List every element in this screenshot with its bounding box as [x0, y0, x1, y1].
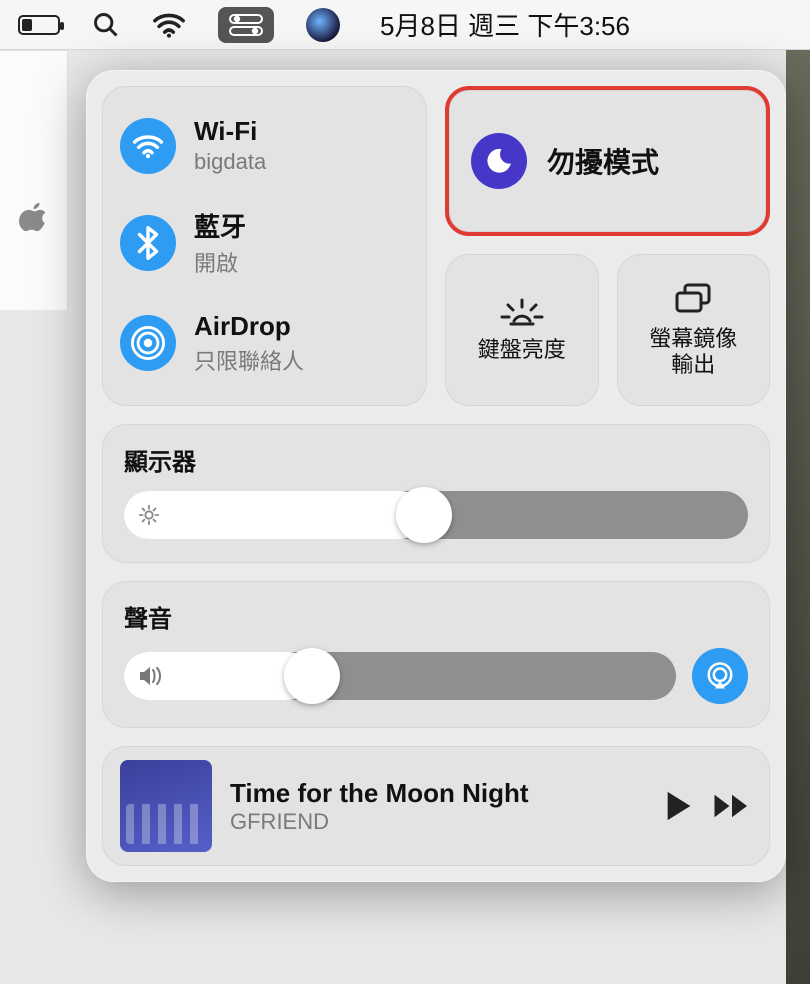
spotlight-icon[interactable] [92, 11, 120, 39]
screen-mirroring-label: 螢幕鏡像 輸出 [649, 326, 737, 379]
do-not-disturb-label: 勿擾模式 [547, 141, 659, 181]
display-card: 顯示器 [102, 424, 770, 563]
screen-mirroring-icon [671, 282, 715, 316]
bluetooth-text: 藍牙 開啟 [194, 207, 246, 278]
siri-icon[interactable] [306, 8, 340, 42]
control-center-panel: Wi-Fi bigdata 藍牙 開啟 [86, 70, 786, 882]
airplay-audio-button[interactable] [692, 648, 748, 704]
display-slider-thumb[interactable] [396, 487, 452, 543]
moon-icon [471, 133, 527, 189]
bluetooth-toggle[interactable]: 藍牙 開啟 [120, 207, 409, 278]
wifi-title: Wi-Fi [194, 116, 266, 147]
wifi-text: Wi-Fi bigdata [194, 116, 266, 175]
play-button[interactable] [664, 789, 694, 823]
apple-logo-icon [19, 201, 49, 236]
wifi-toggle[interactable]: Wi-Fi bigdata [120, 116, 409, 175]
display-brightness-slider[interactable] [124, 491, 748, 539]
background-peek [786, 50, 810, 984]
airdrop-title: AirDrop [194, 311, 304, 342]
next-track-button[interactable] [712, 791, 752, 821]
control-center-menubar-icon[interactable] [218, 7, 274, 43]
menubar-datetime[interactable]: 5月8日 週三 下午3:56 [380, 6, 630, 43]
speaker-icon [138, 665, 164, 687]
menubar: 5月8日 週三 下午3:56 [0, 0, 810, 50]
control-center-row-1: Wi-Fi bigdata 藍牙 開啟 [102, 86, 770, 406]
mini-cards-row: 鍵盤亮度 螢幕鏡像 輸出 [445, 254, 770, 406]
now-playing-card[interactable]: Time for the Moon Night GFRIEND [102, 746, 770, 866]
screen-mirroring-label-2: 輸出 [671, 352, 715, 377]
sound-slider-thumb[interactable] [284, 648, 340, 704]
keyboard-brightness-label: 鍵盤亮度 [478, 337, 566, 363]
sound-title: 聲音 [124, 599, 748, 634]
now-playing-text: Time for the Moon Night GFRIEND [230, 778, 646, 835]
track-artist: GFRIEND [230, 809, 646, 835]
do-not-disturb-toggle[interactable]: 勿擾模式 [445, 86, 770, 236]
right-column: 勿擾模式 鍵盤亮度 [445, 86, 770, 406]
keyboard-brightness-icon [500, 297, 544, 327]
music-controls [664, 789, 752, 823]
screen-mirroring-label-1: 螢幕鏡像 [649, 326, 737, 351]
brightness-low-icon [138, 504, 160, 526]
screen-mirroring-button[interactable]: 螢幕鏡像 輸出 [617, 254, 771, 406]
bluetooth-status: 開啟 [194, 246, 246, 278]
window-sidebar-strip [0, 50, 68, 310]
wifi-icon [120, 118, 176, 174]
airdrop-toggle[interactable]: AirDrop 只限聯絡人 [120, 311, 409, 376]
battery-icon[interactable] [18, 15, 60, 35]
display-title: 顯示器 [124, 442, 748, 477]
airdrop-text: AirDrop 只限聯絡人 [194, 311, 304, 376]
album-art [120, 760, 212, 852]
bluetooth-title: 藍牙 [194, 207, 246, 244]
wifi-menubar-icon[interactable] [152, 12, 186, 38]
sound-card: 聲音 [102, 581, 770, 728]
keyboard-brightness-button[interactable]: 鍵盤亮度 [445, 254, 599, 406]
airdrop-icon [120, 315, 176, 371]
sound-volume-slider[interactable] [124, 652, 676, 700]
wifi-network-name: bigdata [194, 149, 266, 175]
display-slider-fill [124, 491, 424, 539]
connectivity-card: Wi-Fi bigdata 藍牙 開啟 [102, 86, 427, 406]
track-title: Time for the Moon Night [230, 778, 646, 809]
bluetooth-icon [120, 215, 176, 271]
airdrop-status: 只限聯絡人 [194, 344, 304, 376]
